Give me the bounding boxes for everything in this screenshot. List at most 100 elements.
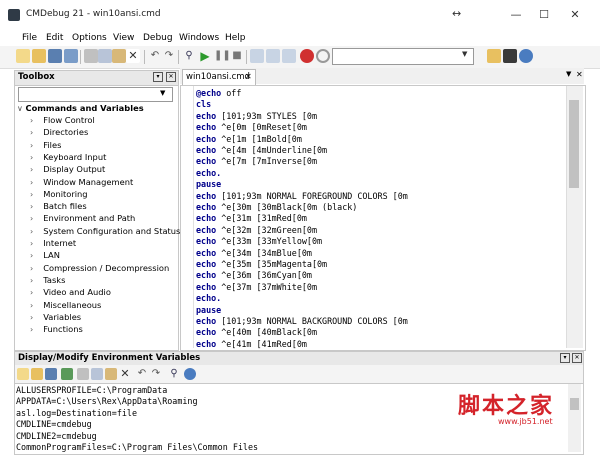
menu-edit[interactable]: Edit bbox=[46, 33, 63, 43]
delete-icon[interactable]: ✕ bbox=[126, 49, 140, 63]
open-folder-icon[interactable] bbox=[31, 368, 43, 380]
code-keyword: echo. bbox=[196, 293, 222, 304]
code-text: ^e[41m [41mRed[0m bbox=[216, 338, 307, 349]
tree-item[interactable]: › Files bbox=[30, 140, 61, 150]
code-line: echo ^e[32m [32mGreen[0m bbox=[196, 225, 317, 235]
redo-icon[interactable]: ↷ bbox=[150, 368, 162, 380]
maximize-button[interactable]: ☐ bbox=[533, 6, 555, 24]
paste-icon[interactable] bbox=[112, 49, 126, 63]
tree-item[interactable]: › Tasks bbox=[30, 275, 65, 285]
code-text: ^e[40m [40mBlack[0m bbox=[216, 327, 318, 338]
close-icon[interactable]: ✕ bbox=[572, 353, 582, 363]
save-icon[interactable] bbox=[45, 368, 57, 380]
step-into-icon[interactable] bbox=[250, 49, 264, 63]
find-icon[interactable]: ⚲ bbox=[182, 49, 196, 63]
tab-close-icon[interactable]: ✕ bbox=[245, 72, 252, 81]
delete-icon[interactable]: ✕ bbox=[119, 368, 131, 380]
help-icon[interactable] bbox=[519, 49, 533, 63]
menu-windows[interactable]: Windows bbox=[179, 33, 219, 43]
save-all-icon[interactable] bbox=[64, 49, 78, 63]
tree-item[interactable]: › Keyboard Input bbox=[30, 152, 106, 162]
close-icon[interactable]: ✕ bbox=[166, 72, 176, 82]
tree-item[interactable]: › Variables bbox=[30, 312, 81, 322]
refresh-icon[interactable] bbox=[61, 368, 73, 380]
copy-icon[interactable] bbox=[98, 49, 112, 63]
redo-icon[interactable]: ↷ bbox=[162, 49, 176, 63]
run-icon[interactable]: ▶ bbox=[198, 49, 212, 63]
tree-item[interactable]: › Directories bbox=[30, 127, 88, 137]
step-out-icon[interactable] bbox=[282, 49, 296, 63]
new-variable-icon[interactable] bbox=[17, 368, 29, 380]
tree-item[interactable]: › Batch files bbox=[30, 201, 87, 211]
undo-icon[interactable]: ↶ bbox=[136, 368, 148, 380]
editor-scroll-thumb[interactable] bbox=[569, 100, 579, 188]
properties-icon[interactable] bbox=[487, 49, 501, 63]
close-icon[interactable]: ✕ bbox=[576, 70, 583, 79]
editor-gutter bbox=[181, 86, 194, 348]
tab-list-icon[interactable]: ▼ bbox=[566, 70, 571, 78]
minimize-button[interactable]: — bbox=[505, 6, 527, 24]
console-icon[interactable] bbox=[503, 49, 517, 63]
code-keyword: echo bbox=[196, 110, 217, 121]
chevron-down-icon[interactable]: ▼ bbox=[462, 50, 467, 58]
record-icon[interactable] bbox=[300, 49, 314, 63]
pin-icon[interactable]: ▾ bbox=[560, 353, 570, 363]
code-line: echo ^e[0m [0mReset[0m bbox=[196, 122, 307, 132]
tree-item[interactable]: › Internet bbox=[30, 238, 76, 248]
env-title: Display/Modify Environment Variables bbox=[18, 353, 201, 363]
collapsed-arrow-icon: › bbox=[30, 165, 34, 175]
tree-item[interactable]: › Display Output bbox=[30, 164, 105, 174]
tree-item[interactable]: › Functions bbox=[30, 324, 83, 334]
save-icon[interactable] bbox=[48, 49, 62, 63]
tree-item[interactable]: › Environment and Path bbox=[30, 213, 135, 223]
env-variable-row[interactable]: CMDLINE2=cmdebug bbox=[16, 431, 97, 441]
collapsed-arrow-icon: › bbox=[30, 128, 34, 138]
step-over-icon[interactable] bbox=[266, 49, 280, 63]
env-variable-row[interactable]: CommonProgramFiles=C:\Program Files\Comm… bbox=[16, 442, 258, 452]
tree-item[interactable]: › Miscellaneous bbox=[30, 300, 101, 310]
new-file-icon[interactable] bbox=[16, 49, 30, 63]
tree-item[interactable]: › Compression / Decompression bbox=[30, 263, 169, 273]
copy-icon[interactable] bbox=[91, 368, 103, 380]
env-variable-row[interactable]: ALLUSERSPROFILE=C:\ProgramData bbox=[16, 385, 167, 395]
env-variable-row[interactable]: asl.log=Destination=file bbox=[16, 408, 137, 418]
close-window-button[interactable]: ✕ bbox=[564, 6, 586, 24]
toolbar-combo[interactable] bbox=[332, 48, 474, 65]
clear-breakpoint-icon[interactable] bbox=[316, 49, 330, 63]
tree-item[interactable]: › Video and Audio bbox=[30, 287, 111, 297]
menu-debug[interactable]: Debug bbox=[143, 33, 173, 43]
menu-help[interactable]: Help bbox=[225, 33, 246, 43]
pause-icon[interactable]: ❚❚ bbox=[214, 49, 231, 63]
menu-view[interactable]: View bbox=[113, 33, 134, 43]
open-folder-icon[interactable] bbox=[32, 49, 46, 63]
menu-options[interactable]: Options bbox=[72, 33, 107, 43]
env-variable-row[interactable]: APPDATA=C:\Users\Rex\AppData\Roaming bbox=[16, 396, 198, 406]
chevron-down-icon[interactable]: ▼ bbox=[160, 89, 165, 97]
code-keyword: echo bbox=[196, 327, 217, 338]
env-scroll-thumb[interactable] bbox=[570, 398, 579, 410]
menu-file[interactable]: File bbox=[22, 33, 37, 43]
tree-item[interactable]: › Flow Control bbox=[30, 115, 95, 125]
code-text: off bbox=[221, 88, 242, 98]
toolbox-filter-select[interactable] bbox=[18, 87, 173, 102]
help-icon[interactable] bbox=[184, 368, 196, 380]
code-text: ^e[1m [1mBold[0m bbox=[216, 133, 302, 144]
collapsed-arrow-icon: › bbox=[30, 214, 34, 224]
find-icon[interactable]: ⚲ bbox=[168, 368, 180, 380]
env-variable-row[interactable]: CMDLINE=cmdebug bbox=[16, 419, 92, 429]
tree-item[interactable]: › Window Management bbox=[30, 177, 133, 187]
tree-item[interactable]: › Monitoring bbox=[30, 189, 88, 199]
resize-arrows-icon[interactable]: ↔ bbox=[452, 7, 461, 20]
tree-item[interactable]: › LAN bbox=[30, 250, 60, 260]
env-scrollbar[interactable] bbox=[568, 384, 581, 452]
stop-icon[interactable]: ■ bbox=[230, 49, 244, 63]
watermark-logo: 脚本之家 bbox=[458, 393, 555, 419]
pin-icon[interactable]: ▾ bbox=[153, 72, 163, 82]
cut-icon[interactable] bbox=[84, 49, 98, 63]
tree-item[interactable]: › System Configuration and Status bbox=[30, 226, 180, 236]
paste-icon[interactable] bbox=[105, 368, 117, 380]
code-keyword: echo bbox=[196, 145, 217, 155]
undo-icon[interactable]: ↶ bbox=[148, 49, 162, 63]
cut-icon[interactable] bbox=[77, 368, 89, 380]
tree-root[interactable]: ∨ Commands and Variables bbox=[17, 103, 144, 113]
